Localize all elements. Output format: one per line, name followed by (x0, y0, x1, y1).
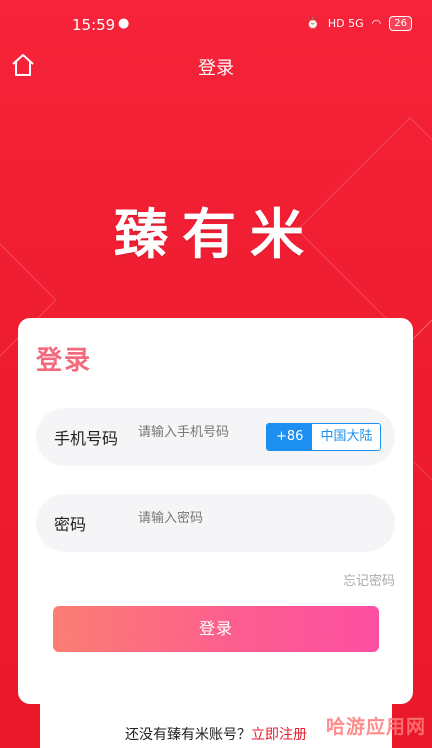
status-icons: ⏰ HD 5G ◠ 26 (306, 16, 412, 31)
status-time: 15:59 (72, 16, 116, 34)
brand-logo: 臻有米 (114, 202, 318, 266)
wechat-icon: ● (118, 16, 130, 31)
card-title: 登录 (36, 346, 93, 376)
login-button[interactable]: 登录 (53, 606, 379, 652)
region-selector[interactable]: +86 中国大陆 (266, 423, 382, 451)
page-title: 登录 (198, 58, 234, 79)
password-input[interactable] (138, 511, 358, 526)
battery-icon: 26 (389, 16, 412, 31)
password-label: 密码 (54, 515, 87, 534)
nav-bar: 登录 (0, 48, 432, 84)
network-indicator: HD 5G (327, 17, 364, 30)
login-card: 登录 手机号码 +86 中国大陆 密码 忘记密码 登录 (18, 318, 413, 704)
phone-field: 手机号码 +86 中国大陆 (36, 408, 395, 466)
watermark: 哈游应用网 (325, 716, 426, 738)
wifi-icon: ◠ (371, 17, 382, 30)
status-bar: 15:59 ● ⏰ HD 5G ◠ 26 (0, 0, 432, 48)
password-field: 密码 (36, 494, 395, 552)
alarm-icon: ⏰ (306, 17, 320, 30)
region-name[interactable]: 中国大陆 (312, 424, 381, 450)
register-text: 还没有臻有米账号？ (125, 727, 251, 743)
country-code[interactable]: +86 (267, 424, 313, 450)
phone-input[interactable] (138, 425, 258, 440)
register-link[interactable]: 立即注册 (251, 727, 307, 743)
phone-label: 手机号码 (54, 429, 119, 448)
forgot-password-link[interactable]: 忘记密码 (343, 570, 395, 589)
